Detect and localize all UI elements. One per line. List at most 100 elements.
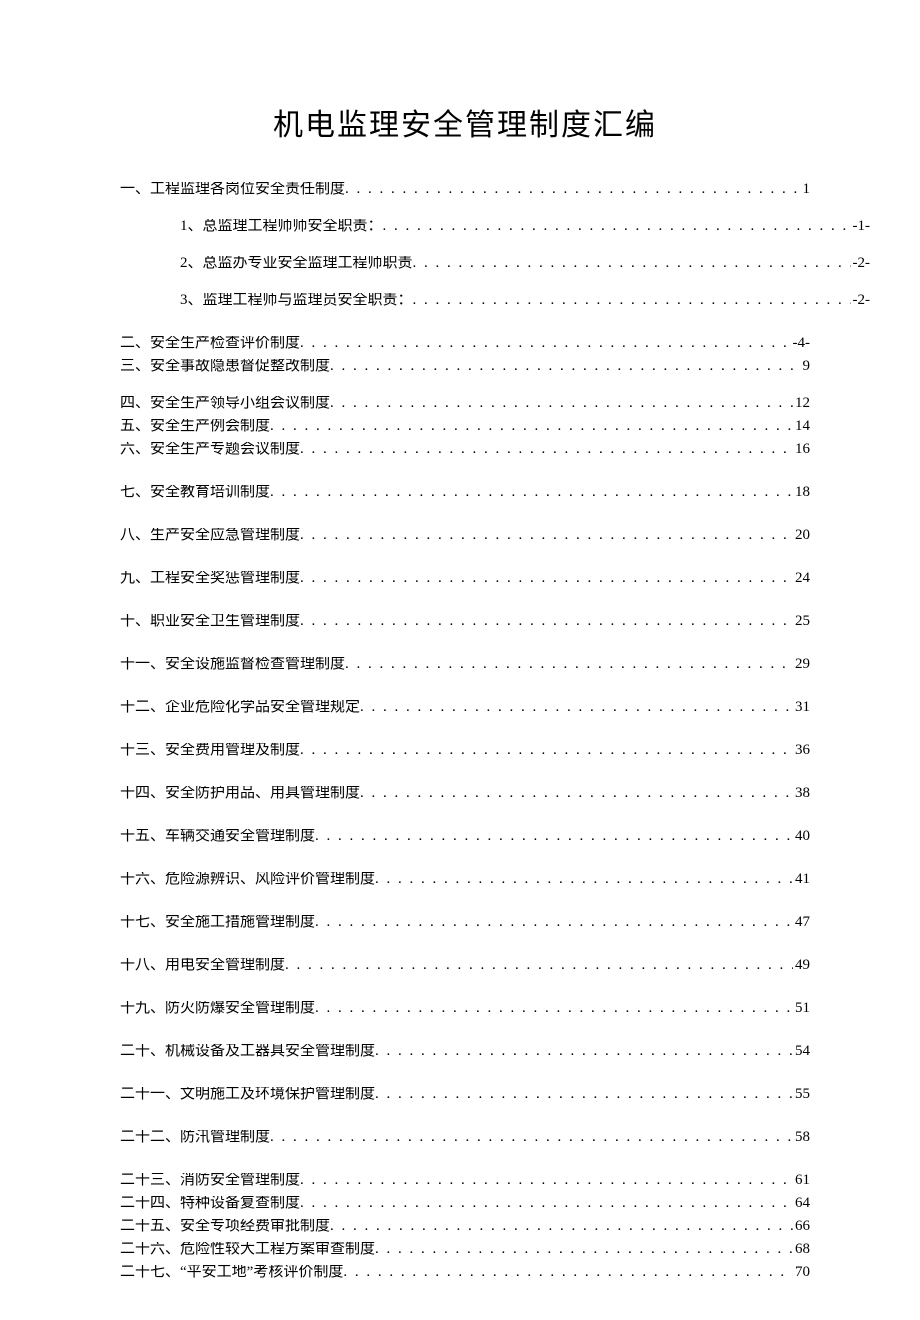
toc-entry-page: 61 xyxy=(793,1173,810,1188)
toc-entry: 六、安全生产专题会议制度 16 xyxy=(120,442,810,457)
toc-entry: 二十一、文明施工及环境保护管理制度 55 xyxy=(120,1087,810,1102)
toc-entry-label: 一、工程监理各岗位安全责任制度 xyxy=(120,182,345,197)
toc-leader-dots xyxy=(383,219,851,234)
toc-entry: 二十二、防汛管理制度 58 xyxy=(120,1130,810,1145)
toc-entry-label: 二十二、防汛管理制度 xyxy=(120,1130,270,1145)
toc-leader-dots xyxy=(270,419,793,434)
toc-entry-page: 24 xyxy=(793,571,810,586)
toc-leader-dots xyxy=(345,182,800,197)
toc-leader-dots xyxy=(285,958,793,973)
toc-leader-dots xyxy=(330,359,800,374)
toc-entry-page: 29 xyxy=(793,657,810,672)
toc-entry: 二十五、安全专项经费审批制度 66 xyxy=(120,1219,810,1234)
toc-entry: 十一、安全设施监督检查管理制度 29 xyxy=(120,657,810,672)
toc-entry-page: 64 xyxy=(793,1196,810,1211)
toc-entry: 二十、机械设备及工器具安全管理制度 54 xyxy=(120,1044,810,1059)
toc-entry-label: 二十四、特种设备复查制度 xyxy=(120,1196,300,1211)
toc-entry: 一、工程监理各岗位安全责任制度 1 xyxy=(120,182,810,197)
toc-entry: 三、安全事故隐患督促整改制度 9 xyxy=(120,359,810,374)
toc-entry-label: 九、工程安全奖惩管理制度 xyxy=(120,571,300,586)
toc-entry-page: -2- xyxy=(851,293,871,308)
toc-entry-page: 68 xyxy=(793,1242,810,1257)
toc-leader-dots xyxy=(270,485,793,500)
toc-entry-page: 66 xyxy=(793,1219,810,1234)
toc-entry-page: 25 xyxy=(793,614,810,629)
toc-leader-dots xyxy=(300,336,790,351)
toc-leader-dots xyxy=(300,528,793,543)
toc-leader-dots xyxy=(315,829,793,844)
toc-entry: 十六、危险源辨识、风险评价管理制度 41 xyxy=(120,872,810,887)
toc-entry: 2、总监办专业安全监理工程师职责-2- xyxy=(120,256,870,271)
toc-leader-dots xyxy=(375,1044,793,1059)
toc-entry-page: 51 xyxy=(793,1001,810,1016)
toc-entry-label: 十三、安全费用管理及制度 xyxy=(120,743,300,758)
toc-entry-label: 3、监理工程师与监理员安全职责： xyxy=(180,293,413,308)
toc-entry: 3、监理工程师与监理员安全职责： -2- xyxy=(120,293,870,308)
toc-leader-dots xyxy=(300,1173,793,1188)
toc-entry-page: 12 xyxy=(793,396,810,411)
toc-entry-label: 八、生产安全应急管理制度 xyxy=(120,528,300,543)
toc-entry-label: 十二、企业危险化学品安全管理规定 xyxy=(120,700,360,715)
toc-leader-dots xyxy=(315,1001,793,1016)
toc-entry-page: 1 xyxy=(801,182,811,197)
toc-entry: 十七、安全施工措施管理制度47 xyxy=(120,915,810,930)
toc-entry-label: 七、安全教育培训制度 xyxy=(120,485,270,500)
toc-entry-label: 四、安全生产领导小组会议制度 xyxy=(120,396,330,411)
toc-entry-label: 三、安全事故隐患督促整改制度 xyxy=(120,359,330,374)
toc-entry: 十四、安全防护用品、用具管理制度38 xyxy=(120,786,810,801)
toc-entry-page: 58 xyxy=(793,1130,810,1145)
toc-entry: 八、生产安全应急管理制度 20 xyxy=(120,528,810,543)
toc-leader-dots xyxy=(375,872,793,887)
toc-entry-page: 9 xyxy=(801,359,811,374)
toc-entry: 十五、车辆交通安全管理制度40 xyxy=(120,829,810,844)
toc-entry-page: -1- xyxy=(851,219,871,234)
toc-leader-dots xyxy=(300,442,793,457)
toc-entry-label: 十九、防火防爆安全管理制度 xyxy=(120,1001,315,1016)
toc-entry-label: 五、安全生产例会制度 xyxy=(120,419,270,434)
toc-entry-page: 16 xyxy=(793,442,810,457)
toc-entry: 二十三、消防安全管理制度 61 xyxy=(120,1173,810,1188)
toc-entry-label: 十、职业安全卫生管理制度 xyxy=(120,614,300,629)
toc-entry-label: 十四、安全防护用品、用具管理制度 xyxy=(120,786,360,801)
toc-leader-dots xyxy=(300,743,793,758)
toc-entry: 七、安全教育培训制度 18 xyxy=(120,485,810,500)
toc-leader-dots xyxy=(300,1196,793,1211)
toc-entry-page: -2- xyxy=(851,256,871,271)
toc-leader-dots xyxy=(413,293,851,308)
toc-leader-dots xyxy=(375,1087,793,1102)
toc-entry-label: 二十、机械设备及工器具安全管理制度 xyxy=(120,1044,375,1059)
toc-entry: 十九、防火防爆安全管理制度 51 xyxy=(120,1001,810,1016)
toc-entry-label: 十一、安全设施监督检查管理制度 xyxy=(120,657,345,672)
toc-entry-label: 十六、危险源辨识、风险评价管理制度 xyxy=(120,872,375,887)
toc-leader-dots xyxy=(345,657,793,672)
toc-entry-label: 二十五、安全专项经费审批制度 xyxy=(120,1219,330,1234)
toc-entry-page: 20 xyxy=(793,528,810,543)
toc-leader-dots xyxy=(330,396,793,411)
toc-entry: 二十四、特种设备复查制度 64 xyxy=(120,1196,810,1211)
toc-entry-label: 二、安全生产检查评价制度 xyxy=(120,336,300,351)
toc-entry-page: 70 xyxy=(793,1265,810,1280)
toc-entry-page: 49 xyxy=(793,958,810,973)
toc-entry-page: 18 xyxy=(793,485,810,500)
toc-entry: 十、职业安全卫生管理制度 25 xyxy=(120,614,810,629)
toc-entry: 二十六、危险性较大工程方案审查制度68 xyxy=(120,1242,810,1257)
toc-entry-page: 54 xyxy=(793,1044,810,1059)
toc-entry: 十二、企业危险化学品安全管理规定 31 xyxy=(120,700,810,715)
toc-entry-page: 36 xyxy=(793,743,810,758)
toc-leader-dots xyxy=(315,915,793,930)
toc-entry: 十八、用电安全管理制度49 xyxy=(120,958,810,973)
toc-entry-page: 47 xyxy=(793,915,810,930)
toc-entry-label: 二十三、消防安全管理制度 xyxy=(120,1173,300,1188)
toc-entry-page: 41 xyxy=(793,872,810,887)
toc-leader-dots xyxy=(375,1242,793,1257)
toc-entry-page: 31 xyxy=(793,700,810,715)
toc-entry-label: 六、安全生产专题会议制度 xyxy=(120,442,300,457)
toc-leader-dots xyxy=(300,571,793,586)
toc-entry-label: 二十一、文明施工及环境保护管理制度 xyxy=(120,1087,375,1102)
toc-entry: 五、安全生产例会制度14 xyxy=(120,419,810,434)
toc-entry-page: 55 xyxy=(793,1087,810,1102)
toc-leader-dots xyxy=(360,786,793,801)
toc-leader-dots xyxy=(330,1219,793,1234)
toc-leader-dots xyxy=(343,1265,793,1280)
toc-leader-dots xyxy=(360,700,793,715)
